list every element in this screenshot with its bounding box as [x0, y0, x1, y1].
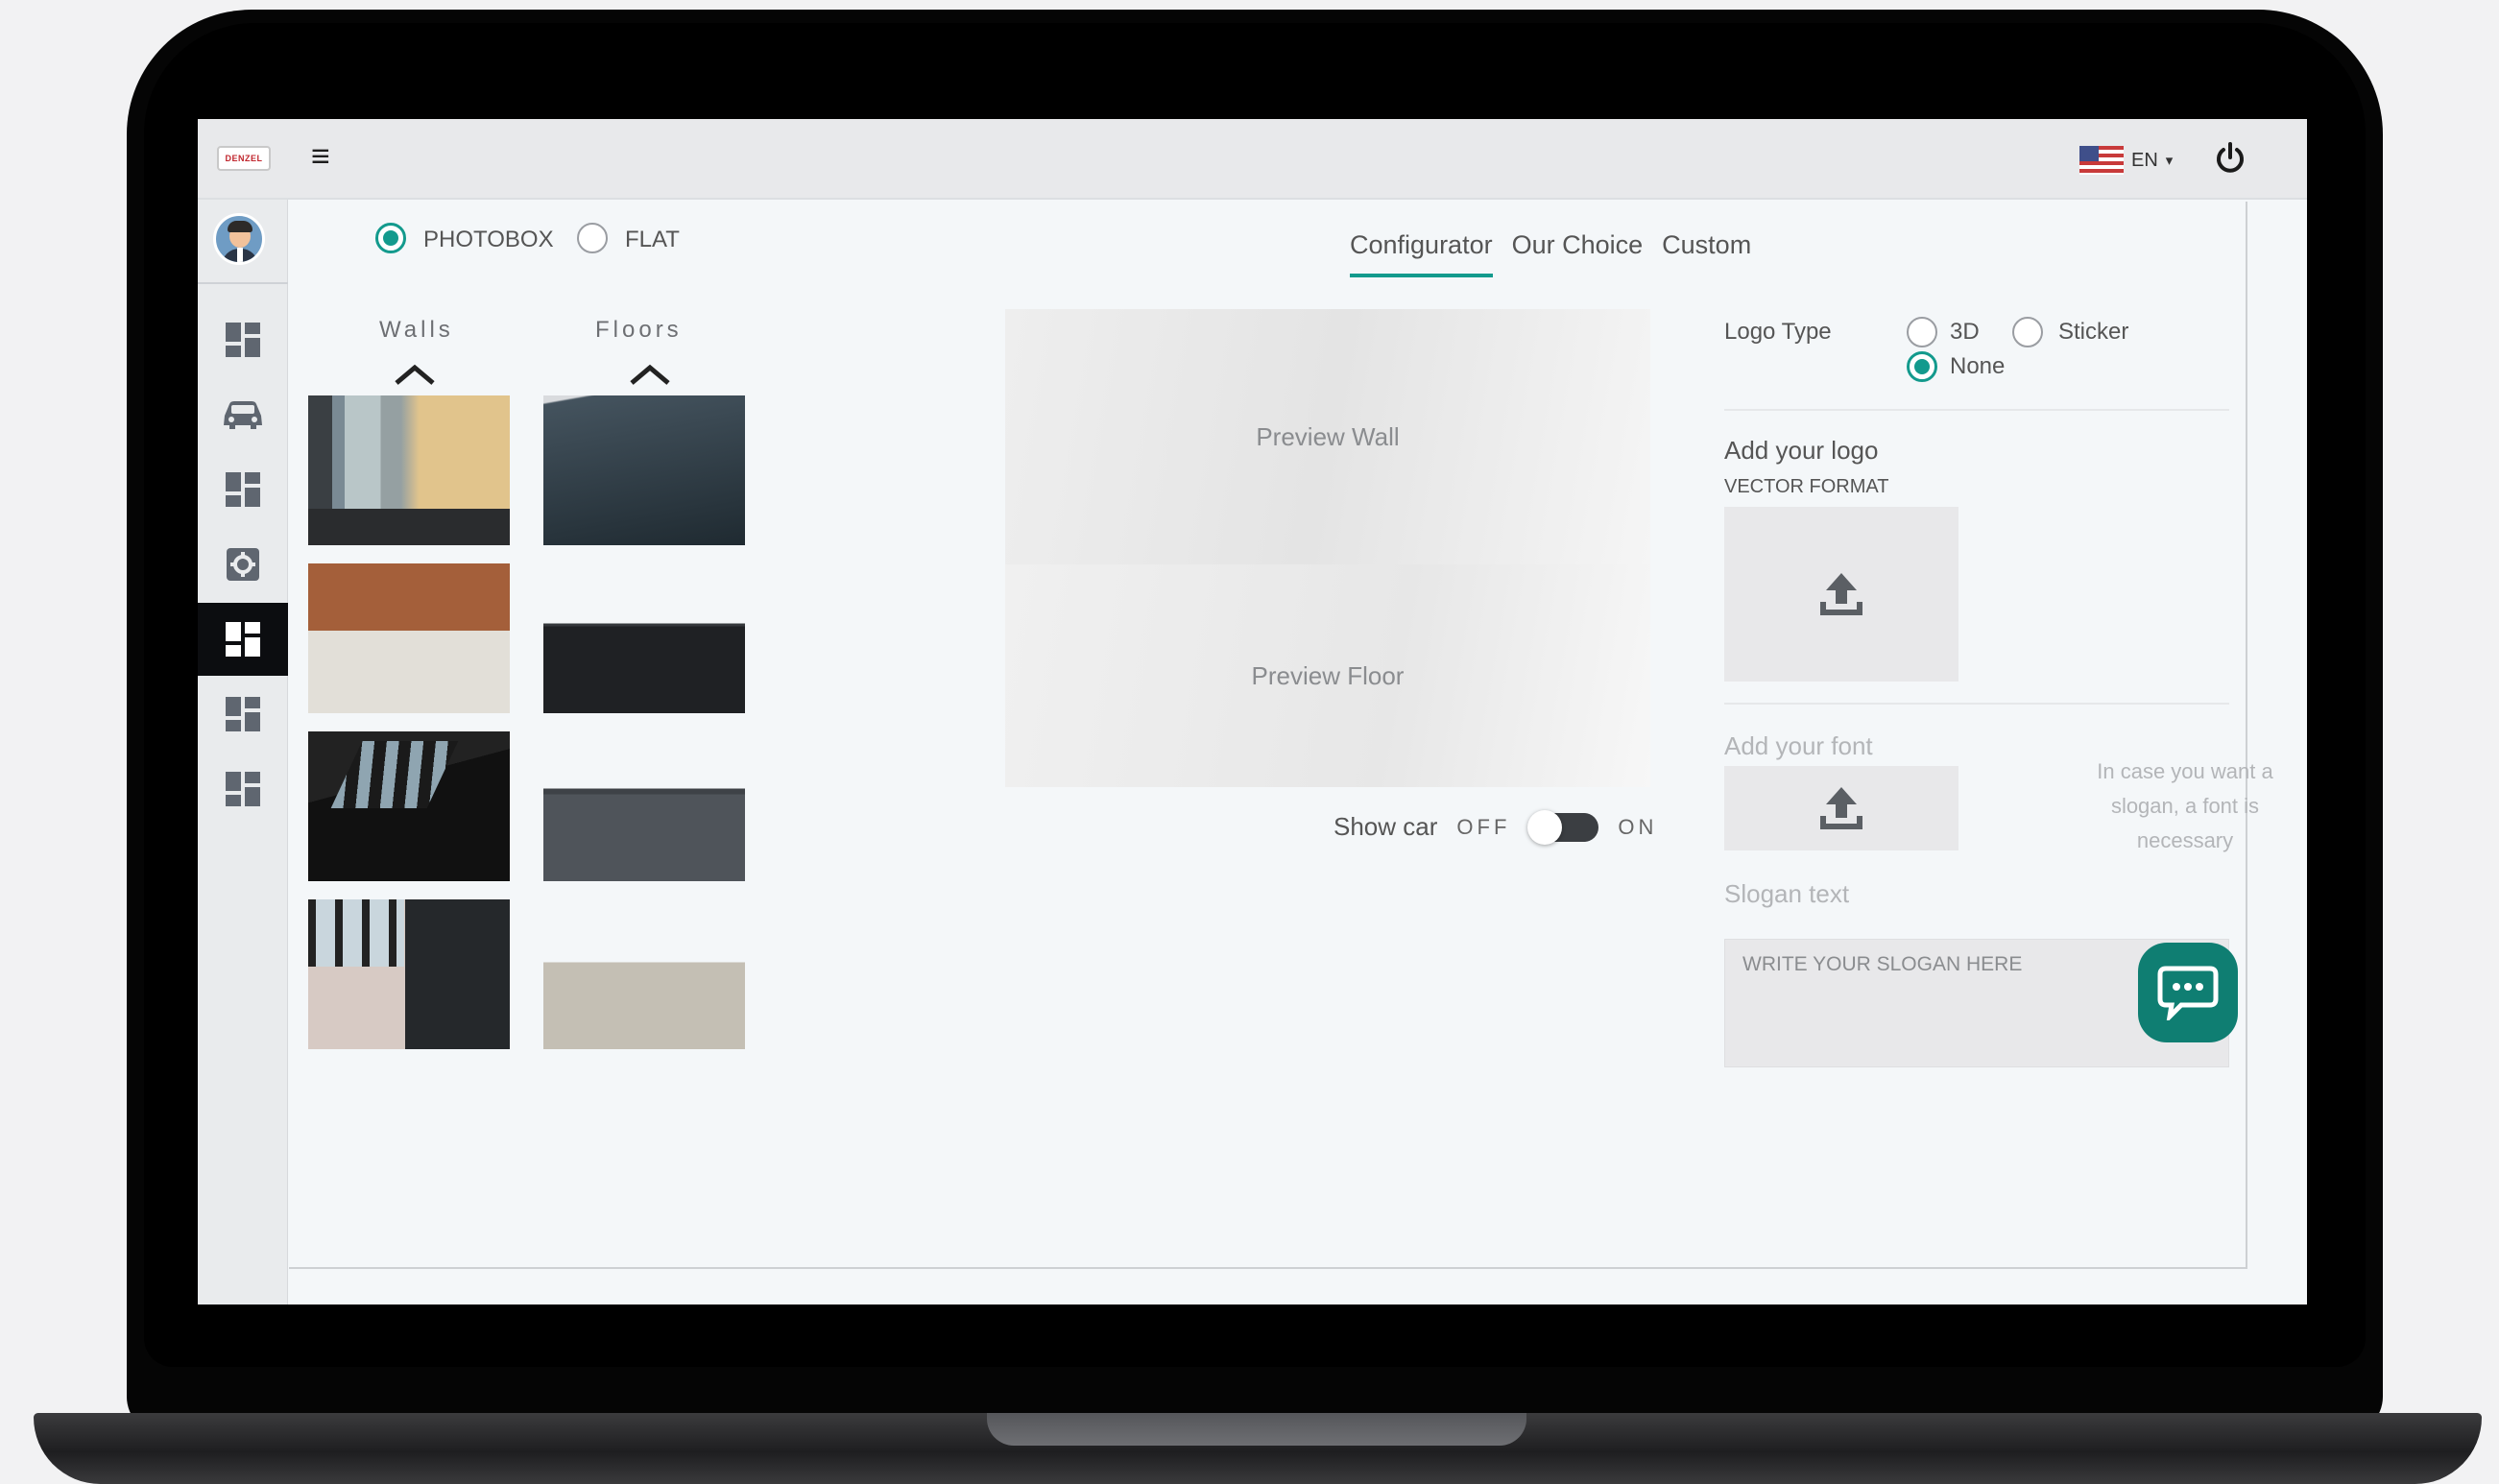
hamburger-icon[interactable]: ≡: [311, 140, 330, 173]
app-screen: DENZEL ≡ EN ▾ PHOTOBOX FLAT Walls Floors…: [198, 119, 2307, 1304]
section-divider: [1724, 409, 2229, 411]
sidebar-item-dashboard-3[interactable]: [198, 678, 288, 751]
tab-our-choice[interactable]: Our Choice: [1512, 230, 1644, 277]
slogan-label: Slogan text: [1724, 879, 1850, 908]
wall-thumbnail[interactable]: [308, 395, 510, 545]
dashboard-icon: [226, 622, 260, 657]
sidebar-item-dashboard-2[interactable]: [198, 453, 288, 526]
settings-icon: [227, 548, 259, 581]
walls-scroll-up-icon[interactable]: [393, 363, 437, 386]
car-icon: [224, 401, 262, 429]
sidebar-item-cars[interactable]: [198, 378, 288, 451]
preview-area: Preview Wall Preview Floor: [1005, 309, 1650, 787]
floors-scroll-up-icon[interactable]: [628, 363, 672, 386]
vector-format-label: VECTOR FORMAT: [1724, 476, 1889, 497]
floor-thumbnail[interactable]: [543, 731, 745, 881]
brand-logo-text: DENZEL: [225, 154, 263, 163]
preview-wall: Preview Wall: [1005, 309, 1650, 564]
power-icon[interactable]: [2208, 136, 2252, 180]
wall-thumbnail[interactable]: [308, 563, 510, 713]
logo-type-label: Logo Type: [1724, 319, 1832, 345]
show-car-on-label: ON: [1618, 814, 1658, 839]
sidebar-item-settings[interactable]: [198, 528, 288, 601]
upload-icon: [1820, 573, 1862, 615]
show-car-label: Show car: [1334, 812, 1438, 841]
font-hint: In case you want a slogan, a font is nec…: [2097, 759, 2273, 852]
top-bar: DENZEL ≡ EN ▾: [198, 119, 2307, 200]
wall-thumbnail[interactable]: [308, 731, 510, 881]
preview-floor: Preview Floor: [1005, 564, 1650, 787]
logo-sticker-radio[interactable]: [2012, 317, 2043, 347]
show-car-off-label: OFF: [1456, 814, 1511, 839]
sidebar-divider: [198, 282, 288, 284]
tab-configurator[interactable]: Configurator: [1350, 230, 1493, 277]
sidebar-item-dashboard-1[interactable]: [198, 303, 288, 376]
logo-sticker-label: Sticker: [2058, 319, 2129, 345]
dashboard-icon: [226, 697, 260, 731]
wall-thumbnail[interactable]: [308, 899, 510, 1049]
show-car-toggle[interactable]: [1527, 809, 1599, 845]
logo-3d-label: 3D: [1950, 319, 1980, 345]
avatar-hair: [228, 221, 252, 232]
sidebar-item-dashboard-4[interactable]: [198, 753, 288, 826]
logo-none-label: None: [1950, 353, 2006, 379]
floor-thumbnail[interactable]: [543, 395, 745, 545]
logo-upload-button[interactable]: [1724, 507, 1958, 682]
chevron-down-icon: ▾: [2165, 153, 2174, 169]
language-code: EN: [2131, 149, 2158, 171]
add-logo-title: Add your logo: [1724, 436, 1879, 465]
laptop-mockup: DENZEL ≡ EN ▾ PHOTOBOX FLAT Walls Floors…: [0, 0, 2499, 1484]
font-upload-button[interactable]: [1724, 766, 1958, 850]
floors-title: Floors: [595, 317, 683, 343]
upload-icon: [1820, 787, 1862, 829]
laptop-notch: [987, 1413, 1526, 1446]
show-car-control: Show car OFF ON: [1334, 809, 1658, 845]
avatar[interactable]: [213, 213, 265, 265]
walls-title: Walls: [379, 317, 454, 343]
flat-radio[interactable]: [577, 223, 608, 253]
floor-thumbnail[interactable]: [543, 563, 745, 713]
sidebar: [198, 200, 288, 1304]
brand-logo[interactable]: DENZEL: [217, 146, 271, 171]
us-flag-icon: [2079, 146, 2124, 175]
language-selector[interactable]: EN ▾: [2079, 146, 2173, 175]
section-divider: [1724, 703, 2229, 705]
add-font-title: Add your font: [1724, 731, 1873, 760]
chat-button[interactable]: [2138, 943, 2238, 1042]
tab-bar: Configurator Our Choice Custom: [1350, 230, 1751, 277]
photobox-radio[interactable]: [375, 223, 406, 253]
dashboard-icon: [226, 323, 260, 357]
avatar-tie: [237, 248, 243, 262]
tab-custom[interactable]: Custom: [1662, 230, 1751, 277]
configurator-panel: PHOTOBOX FLAT Walls Floors Configurator …: [289, 202, 2273, 1269]
chat-icon: [2157, 966, 2219, 1020]
sidebar-item-configurator[interactable]: [198, 603, 288, 676]
floor-thumbnail[interactable]: [543, 899, 745, 1049]
dashboard-icon: [226, 472, 260, 507]
dashboard-icon: [226, 772, 260, 806]
flat-label: FLAT: [625, 227, 680, 252]
photobox-label: PHOTOBOX: [423, 227, 554, 252]
logo-3d-radio[interactable]: [1907, 317, 1937, 347]
logo-none-radio[interactable]: [1907, 351, 1937, 382]
